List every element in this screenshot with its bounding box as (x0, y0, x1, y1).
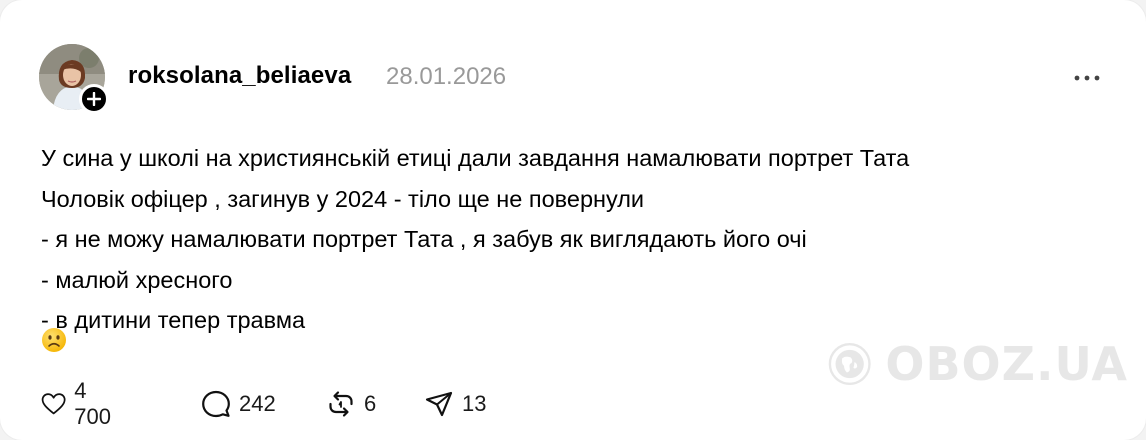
like-button[interactable]: 4 700 (41, 378, 118, 429)
post-text-line: У сина у школі на християнській етиці да… (41, 145, 910, 171)
follow-button[interactable] (79, 84, 109, 114)
username-link[interactable]: roksolana_beliaeva (128, 62, 351, 90)
post-text-line: - малюй хресного (41, 266, 233, 293)
repost-button[interactable]: 6 (326, 388, 376, 420)
post-card: roksolana_beliaeva 28.01.2026 У сина у ш… (0, 0, 1146, 440)
avatar-container[interactable] (39, 44, 109, 114)
frowning-face-icon (42, 328, 66, 352)
globe-logo-icon (828, 343, 871, 385)
comment-count: 242 (239, 391, 276, 416)
paper-plane-icon (425, 391, 453, 417)
watermark-text: OBOZ.UA (885, 337, 1128, 391)
repost-icon (329, 391, 353, 417)
frowning-face-emoji (41, 327, 67, 353)
more-options-button[interactable] (1070, 66, 1104, 90)
share-button[interactable]: 13 (424, 388, 486, 420)
post-text-line: - я не можу намалювати портрет Тата , я … (41, 226, 807, 253)
like-count: 4 700 (74, 378, 111, 429)
plus-icon (87, 92, 101, 106)
post-date[interactable]: 28.01.2026 (386, 63, 506, 91)
heart-icon (41, 393, 66, 415)
post-text: У сина у школі на християнській етиці да… (41, 138, 1101, 341)
more-horizontal-icon (1074, 75, 1100, 81)
share-count: 13 (462, 391, 487, 416)
repost-count: 6 (364, 391, 377, 416)
post-text-line: Чоловік офіцер , загинув у 2024 - тіло щ… (41, 185, 645, 212)
comment-button[interactable]: 242 (201, 388, 276, 420)
speech-bubble-icon (202, 390, 230, 418)
watermark: OBOZ.UA (828, 314, 1128, 414)
